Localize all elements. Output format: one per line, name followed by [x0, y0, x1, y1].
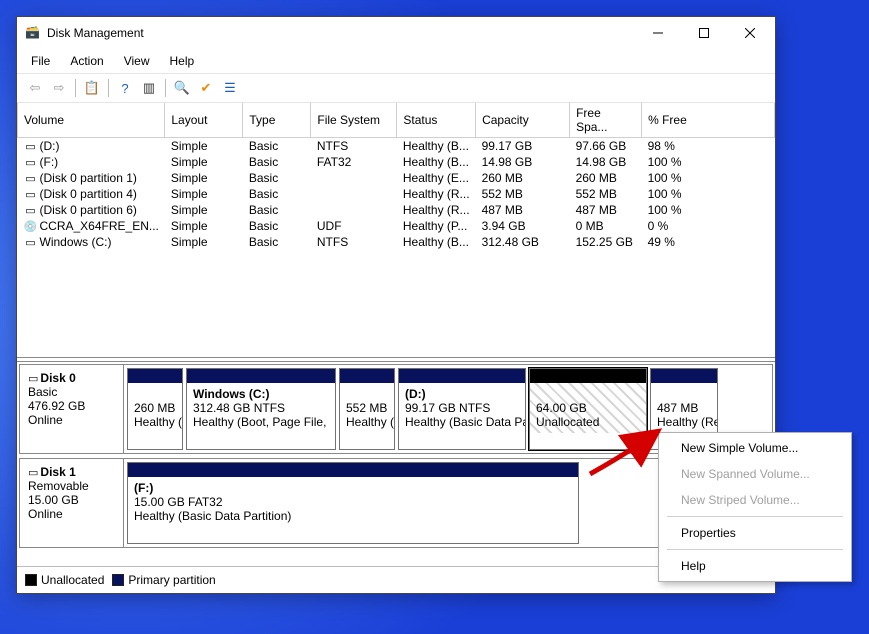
partition[interactable]: (D:)99.17 GB NTFSHealthy (Basic Data Pa [398, 368, 526, 450]
help-icon[interactable]: ? [113, 77, 137, 99]
table-row[interactable]: ▭(D:)SimpleBasicNTFSHealthy (B...99.17 G… [18, 138, 775, 155]
maximize-button[interactable] [681, 18, 727, 48]
table-row[interactable]: ▭(Disk 0 partition 4)SimpleBasicHealthy … [18, 186, 775, 202]
close-button[interactable] [727, 18, 773, 48]
column-header[interactable]: File System [311, 103, 397, 138]
toolbar: ⇦ ⇨ 📋 ? ▥ 🔍 ✔ ☰ [17, 74, 775, 103]
context-menu: New Simple Volume... New Spanned Volume.… [658, 432, 852, 582]
column-header[interactable]: Status [397, 103, 476, 138]
partition[interactable]: 260 MBHealthy ( [127, 368, 183, 450]
disk-info[interactable]: ▭Disk 1Removable15.00 GBOnline [20, 459, 124, 547]
menu-help[interactable]: Help [160, 51, 205, 71]
column-header[interactable]: % Free [642, 103, 775, 138]
menu-new-simple-volume[interactable]: New Simple Volume... [661, 435, 849, 461]
partition[interactable]: 552 MBHealthy (Re [339, 368, 395, 450]
menubar: File Action View Help [17, 49, 775, 74]
menu-help[interactable]: Help [661, 553, 849, 579]
partition[interactable]: Windows (C:)312.48 GB NTFSHealthy (Boot,… [186, 368, 336, 450]
legend-primary: Primary partition [128, 573, 215, 587]
forward-button[interactable]: ⇨ [47, 77, 71, 99]
disk-info[interactable]: ▭Disk 0Basic476.92 GBOnline [20, 365, 124, 453]
column-header[interactable]: Layout [165, 103, 243, 138]
column-header[interactable]: Type [243, 103, 311, 138]
menu-action[interactable]: Action [60, 51, 113, 71]
window-title: Disk Management [47, 26, 635, 40]
menu-properties[interactable]: Properties [661, 520, 849, 546]
back-button[interactable]: ⇦ [23, 77, 47, 99]
minimize-button[interactable] [635, 18, 681, 48]
menu-view[interactable]: View [114, 51, 160, 71]
app-icon: 🗃️ [25, 25, 41, 41]
menu-new-striped-volume: New Striped Volume... [661, 487, 849, 513]
partition-unallocated[interactable]: 64.00 GBUnallocated [529, 368, 647, 450]
toolbar-icon-2[interactable]: ▥ [137, 77, 161, 99]
toolbar-icon-1[interactable]: 📋 [80, 77, 104, 99]
column-header[interactable]: Capacity [476, 103, 570, 138]
partition[interactable]: (F:)15.00 GB FAT32Healthy (Basic Data Pa… [127, 462, 579, 544]
toolbar-icon-3[interactable]: 🔍 [170, 77, 194, 99]
menu-file[interactable]: File [21, 51, 60, 71]
titlebar[interactable]: 🗃️ Disk Management [17, 17, 775, 49]
toolbar-icon-4[interactable]: ✔ [194, 77, 218, 99]
legend-unallocated: Unallocated [41, 573, 104, 587]
toolbar-icon-5[interactable]: ☰ [218, 77, 242, 99]
column-header[interactable]: Volume [18, 103, 165, 138]
table-row[interactable]: ▭(Disk 0 partition 6)SimpleBasicHealthy … [18, 202, 775, 218]
table-row[interactable]: 💿CCRA_X64FRE_EN...SimpleBasicUDFHealthy … [18, 218, 775, 234]
table-row[interactable]: ▭Windows (C:)SimpleBasicNTFSHealthy (B..… [18, 234, 775, 250]
column-header[interactable]: Free Spa... [570, 103, 642, 138]
table-row[interactable]: ▭(F:)SimpleBasicFAT32Healthy (B...14.98 … [18, 154, 775, 170]
table-row[interactable]: ▭(Disk 0 partition 1)SimpleBasicHealthy … [18, 170, 775, 186]
volume-list[interactable]: VolumeLayoutTypeFile SystemStatusCapacit… [17, 103, 775, 357]
menu-new-spanned-volume: New Spanned Volume... [661, 461, 849, 487]
